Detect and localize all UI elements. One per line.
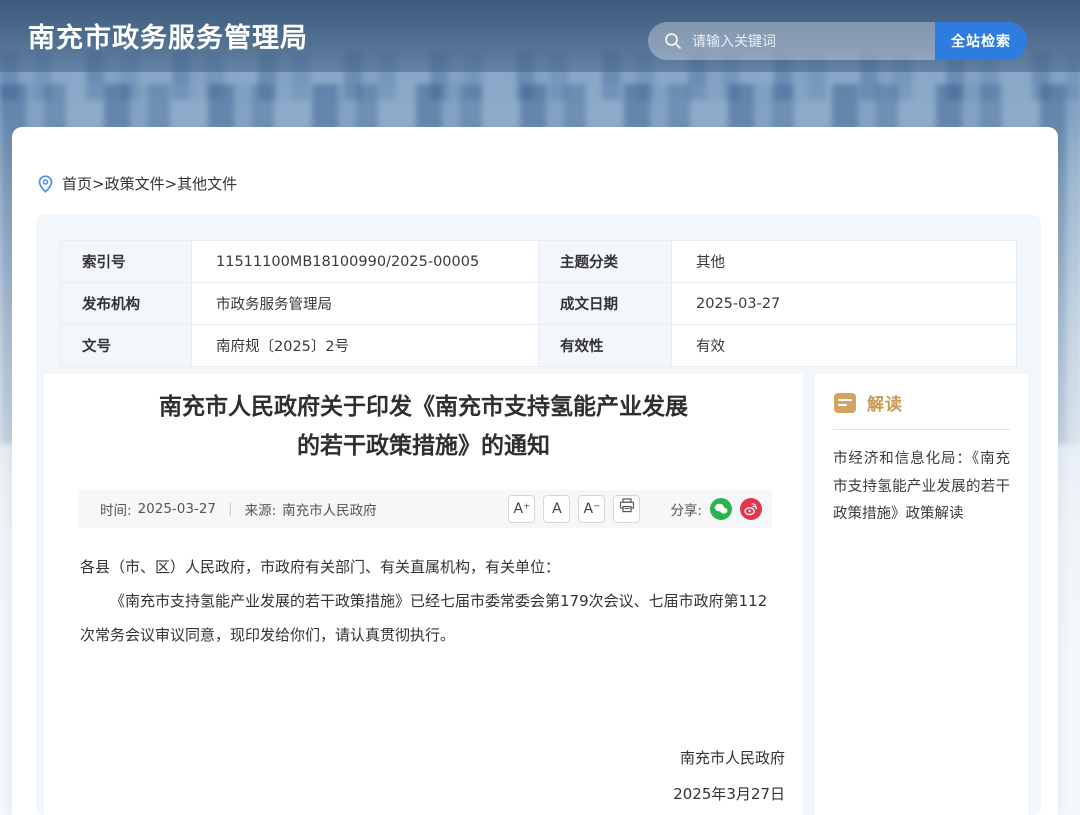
article-body: 各县（市、区）人民政府，市政府有关部门、有关直属机构，有关单位： 《南充市支持氢…: [80, 550, 769, 652]
meta-label: 文号: [61, 325, 192, 367]
meta-label: 有效性: [539, 325, 672, 367]
print-button[interactable]: [613, 495, 640, 523]
font-smaller-button[interactable]: A⁻: [578, 495, 605, 523]
interpretation-link[interactable]: 市经济和信息化局：《南充市支持氢能产业发展的若干政策措施》政策解读: [833, 446, 1010, 529]
search-input[interactable]: [692, 22, 922, 60]
site-header: 南充市政务服务管理局 全站检索: [0, 0, 1080, 72]
article-meta-info: 时间: 2025-03-27 | 来源: 南充市人民政府: [100, 499, 377, 519]
signature-block: 南充市人民政府 2025年3月27日: [44, 740, 785, 812]
content-card: 首页>政策文件>其他文件 索引号 11511100MB18100990/2025…: [12, 127, 1058, 815]
content-panel: 索引号 11511100MB18100990/2025-00005 主题分类 其…: [36, 215, 1041, 815]
source-label: 来源:: [245, 499, 277, 519]
source-value: 南充市人民政府: [282, 499, 377, 519]
signature-issuer: 南充市人民政府: [44, 740, 785, 776]
interpretation-header: 解读: [833, 390, 1010, 415]
signature-date: 2025年3月27日: [44, 776, 785, 812]
meta-label: 主题分类: [539, 241, 672, 283]
table-row: 索引号 11511100MB18100990/2025-00005 主题分类 其…: [61, 241, 1017, 283]
site-search-bar: 全站检索: [648, 22, 1027, 60]
font-larger-button[interactable]: A⁺: [508, 495, 535, 523]
breadcrumb[interactable]: 首页>政策文件>其他文件: [38, 173, 237, 194]
search-button[interactable]: 全站检索: [935, 22, 1027, 60]
interpretation-doc-icon: [833, 391, 857, 415]
article-title: 南充市人民政府关于印发《南充市支持氢能产业发展的若干政策措施》的通知: [154, 388, 694, 466]
meta-value: 2025-03-27: [672, 283, 1017, 325]
article-meta-bar: 时间: 2025-03-27 | 来源: 南充市人民政府 A⁺ A A⁻: [78, 490, 772, 528]
printer-icon: [619, 498, 635, 513]
meta-value: 市政务服务管理局: [192, 283, 539, 325]
paragraph: 各县（市、区）人民政府，市政府有关部门、有关直属机构，有关单位：: [80, 550, 769, 584]
meta-label: 发布机构: [61, 283, 192, 325]
interpretation-title: 解读: [867, 390, 903, 415]
time-value: 2025-03-27: [138, 501, 216, 517]
time-label: 时间:: [100, 499, 132, 519]
table-row: 文号 南府规〔2025〕2号 有效性 有效: [61, 325, 1017, 367]
site-title: 南充市政务服务管理局: [28, 16, 308, 55]
wechat-share-icon[interactable]: [710, 498, 732, 520]
share-label: 分享:: [670, 499, 702, 519]
meta-value: 其他: [672, 241, 1017, 283]
document-meta-table: 索引号 11511100MB18100990/2025-00005 主题分类 其…: [60, 240, 1017, 367]
location-pin-icon: [38, 175, 53, 193]
paragraph: 《南充市支持氢能产业发展的若干政策措施》已经七届市委常委会第179次会议、七届市…: [80, 584, 769, 652]
meta-label: 索引号: [61, 241, 192, 283]
font-normal-button[interactable]: A: [543, 495, 570, 523]
search-icon: [663, 31, 683, 55]
article-toolbar: A⁺ A A⁻ 分享:: [508, 495, 762, 523]
breadcrumb-text: 首页>政策文件>其他文件: [62, 173, 237, 194]
interpretation-panel: 解读 市经济和信息化局：《南充市支持氢能产业发展的若干政策措施》政策解读: [815, 374, 1028, 815]
article: 南充市人民政府关于印发《南充市支持氢能产业发展的若干政策措施》的通知 时间: 2…: [44, 374, 803, 815]
meta-separator: |: [228, 501, 233, 517]
table-row: 发布机构 市政务服务管理局 成文日期 2025-03-27: [61, 283, 1017, 325]
meta-value: 11511100MB18100990/2025-00005: [192, 241, 539, 283]
meta-value: 有效: [672, 325, 1017, 367]
weibo-share-icon[interactable]: [740, 498, 762, 520]
divider: [833, 429, 1010, 430]
meta-label: 成文日期: [539, 283, 672, 325]
meta-value: 南府规〔2025〕2号: [192, 325, 539, 367]
